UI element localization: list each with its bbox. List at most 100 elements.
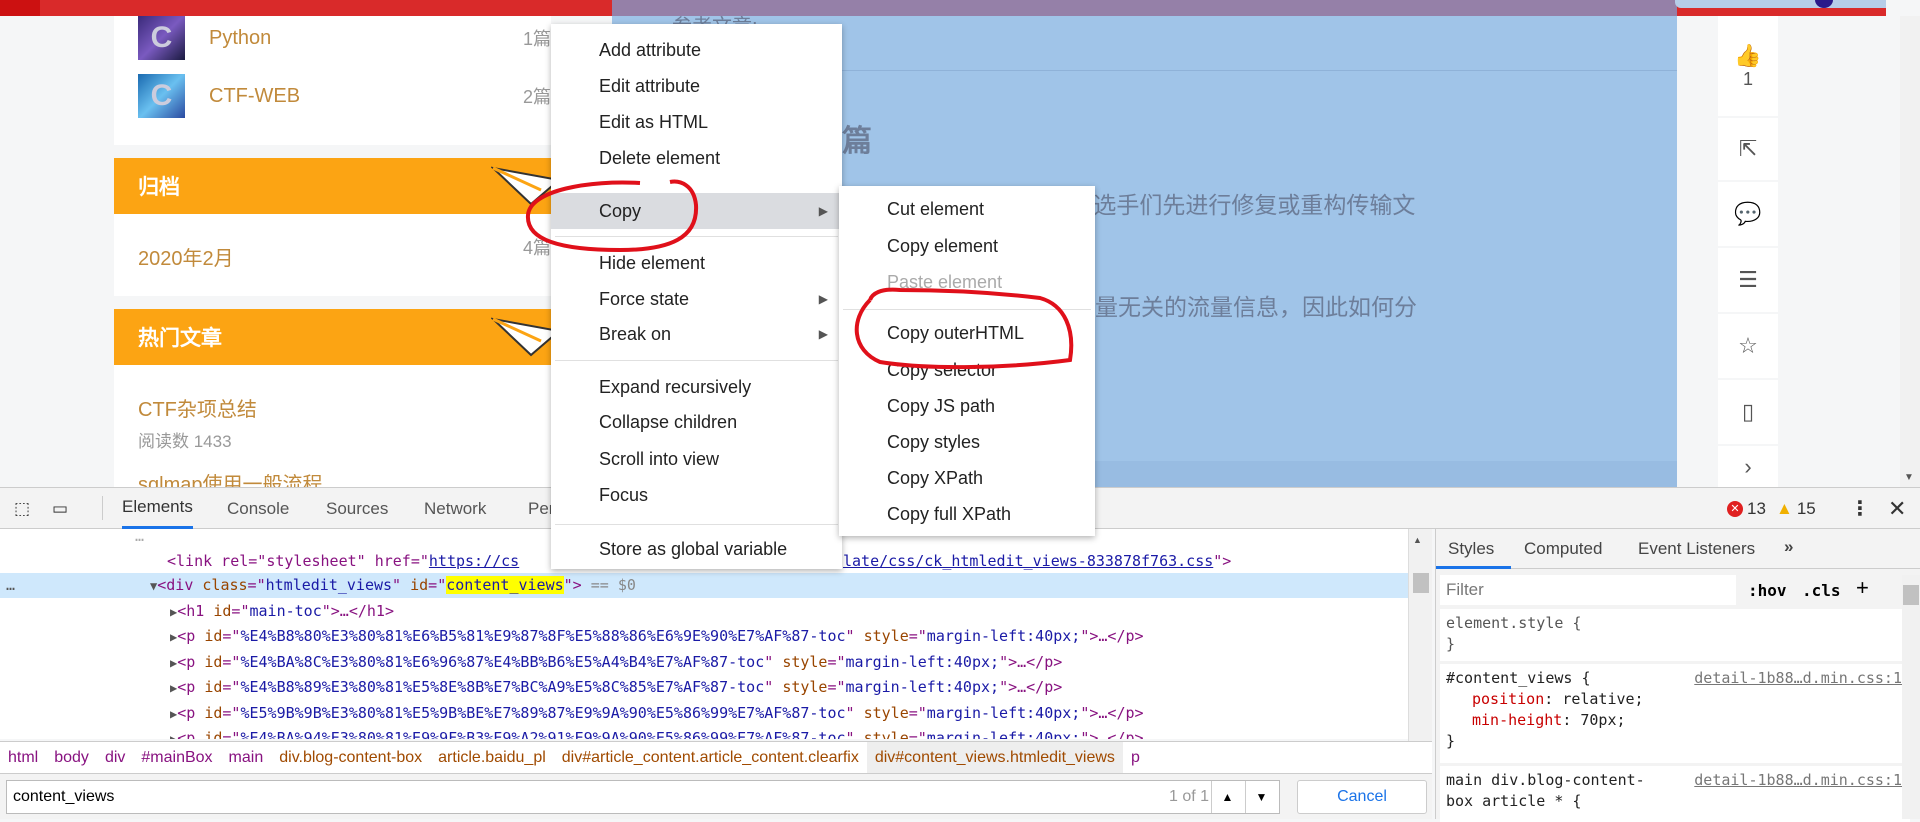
device-toolbar-icon[interactable]: ▭ [52,488,68,529]
new-rule-button[interactable]: + [1856,575,1869,601]
submenu-item-copy-js-path[interactable]: Copy JS path [839,388,1095,424]
menu-item-expand-recursively[interactable]: Expand recursively [551,369,842,405]
dom-node[interactable]: ▶<p id="%E4%B8%80%E3%80%81%E6%B5%81%E9%8… [0,624,1408,649]
menu-item-label: Delete element [599,147,721,168]
menu-item-add-attribute[interactable]: Add attribute [551,32,842,68]
cancel-search-button[interactable]: Cancel [1297,780,1427,814]
toc-button[interactable]: ☰ [1718,248,1778,312]
class-toggle[interactable]: .cls [1802,581,1841,600]
next-match-icon[interactable]: ▼ [1245,781,1277,813]
archive-item[interactable]: 2020年2月 4篇 [138,234,551,278]
breadcrumb-item[interactable]: html [0,742,46,773]
more-tabs-icon[interactable]: » [1784,537,1793,557]
page-scrollbar[interactable]: ▼ [1900,16,1920,487]
like-button[interactable]: 👍 1 [1718,16,1778,116]
category-python[interactable]: C Python 1篇 [138,16,551,60]
node-text: <link rel="stylesheet" href=" [167,552,429,570]
styles-filter-input[interactable]: Filter [1440,575,1736,605]
inspect-element-icon[interactable]: ⬚ [14,488,30,529]
menu-item-copy[interactable]: Copy ▶ [551,193,842,229]
search-match: content_views [446,576,564,594]
chevron-right-icon: › [1744,453,1752,479]
favorite-button[interactable]: ☆ [1718,314,1778,378]
breadcrumb-item[interactable]: div#article_content.article_content.clea… [554,742,867,773]
dollar-zero: == $0 [581,576,636,594]
style-rule[interactable]: #content_views {detail-1b88…d.min.css:1 … [1440,664,1910,763]
menu-item-edit-as-html[interactable]: Edit as HTML [551,104,842,140]
menu-item-label: Focus [599,484,649,505]
tab-console[interactable]: Console [227,488,289,529]
menu-item-break-on[interactable]: Break on ▶ [551,316,842,352]
tab-computed[interactable]: Computed [1524,539,1602,559]
style-rule[interactable]: element.style {} [1440,609,1910,661]
submenu-item-copy-full-xpath[interactable]: Copy full XPath [839,496,1095,532]
more-options-icon[interactable]: ⋮ [1850,488,1870,529]
rule-source-link[interactable]: detail-1b88…d.min.css:1 [1694,668,1902,689]
property-name[interactable]: min-height [1472,711,1562,729]
tab-elements[interactable]: Elements [122,488,193,529]
submenu-item-copy-xpath[interactable]: Copy XPath [839,460,1095,496]
attr-value: %E4%B8%80%E3%80%81%E6%B5%81%E9%87%8F%E5%… [240,627,846,645]
mobile-button[interactable]: ▯ [1718,380,1778,444]
dom-node-selected[interactable]: … ▼<div class="htmledit_views" id="conten… [0,573,1408,598]
hot-article-link[interactable]: CTF杂项总结 [138,393,257,422]
category-ctf-web[interactable]: C CTF-WEB 2篇 [138,74,551,118]
menu-item-edit-attribute[interactable]: Edit attribute [551,68,842,104]
dom-node[interactable]: ▶<p id="%E4%B8%89%E3%80%81%E5%8E%8B%E7%B… [0,675,1408,700]
menu-item-store-as-global-variable[interactable]: Store as global variable [551,531,842,567]
submenu-item-copy-styles[interactable]: Copy styles [839,424,1095,460]
hot-article-link[interactable]: sqlmap使用一般流程 [138,468,322,487]
menu-item-hide-element[interactable]: Hide element [551,245,842,281]
more-icon[interactable]: … [6,573,15,598]
breadcrumb-item[interactable]: main [221,742,272,773]
tab-network[interactable]: Network [424,488,486,529]
breadcrumb-item[interactable]: article.baidu_pl [430,742,554,773]
property-value[interactable]: 70px; [1580,711,1625,729]
submenu-item-cut-element[interactable]: Cut element [839,191,1095,227]
close-devtools-icon[interactable]: ✕ [1888,488,1906,529]
submenu-item-copy-element[interactable]: Copy element [839,228,1095,264]
styles-scrollbar[interactable] [1902,575,1920,819]
breadcrumb-item[interactable]: body [46,742,97,773]
breadcrumb-item[interactable]: div#content_views.htmledit_views [866,742,1123,773]
breadcrumb-item[interactable]: p [1123,742,1148,773]
menu-item-focus[interactable]: Focus [551,477,842,513]
menu-item-delete-element[interactable]: Delete element [551,140,842,176]
breadcrumb-item[interactable]: div [97,742,133,773]
menu-separator [555,360,838,361]
archive-card: 2020年2月 4篇 [114,214,551,296]
tab-event-listeners[interactable]: Event Listeners [1638,539,1755,559]
submenu-item-copy-selector[interactable]: Copy selector [839,352,1095,388]
breadcrumb-item[interactable]: div.blog-content-box [271,742,430,773]
submenu-arrow-icon: ▶ [818,327,828,341]
property-value[interactable]: relative; [1562,690,1643,708]
comment-button[interactable]: 💬 [1718,182,1778,246]
warning-count[interactable]: ▲ 15 [1776,488,1816,529]
tab-sources[interactable]: Sources [326,488,388,529]
dom-node[interactable]: ▶<p id="%E4%BA%94%E3%80%81%E9%9F%B3%E9%A… [0,726,1408,739]
menu-item-scroll-into-view[interactable]: Scroll into view [551,441,842,477]
href-link[interactable]: https://cs [429,552,519,570]
error-count[interactable]: ✕ 13 [1727,488,1766,529]
tab-styles[interactable]: Styles [1448,539,1494,559]
menu-item-collapse-children[interactable]: Collapse children [551,404,842,440]
dom-node[interactable]: ▶<p id="%E4%BA%8C%E3%80%81%E6%96%87%E4%B… [0,650,1408,675]
style-rule[interactable]: main div.blog-content-box article * {det… [1440,766,1910,822]
breadcrumb-item[interactable]: #mainBox [133,742,220,773]
submenu-item-copy-outerhtml[interactable]: Copy outerHTML [839,315,1095,351]
previous-match-icon[interactable]: ▲ [1211,781,1243,813]
rule-source-link[interactable]: detail-1b88…d.min.css:1 [1694,770,1902,791]
property-name[interactable]: position [1472,690,1544,708]
dom-node[interactable]: ▶<h1 id="main-toc">…</h1> [0,599,1408,624]
href-link[interactable]: late/css/ck_htmledit_views-833878f763.cs… [843,552,1213,570]
dom-node[interactable]: ▶<p id="%E5%9B%9B%E3%80%81%E5%9B%BE%E7%8… [0,701,1408,726]
hover-state-toggle[interactable]: :hov [1748,581,1787,600]
search-input[interactable]: content_views 1 of 1 ▲ ▼ [6,780,1280,814]
menu-item-label: Copy XPath [887,467,984,488]
menu-item-force-state[interactable]: Force state ▶ [551,281,842,317]
menu-item-label: Copy JS path [887,395,996,416]
share-button[interactable]: ⇱ [1718,118,1778,180]
next-button[interactable]: › [1718,446,1778,487]
submenu-item-paste-element[interactable]: Paste element [839,264,1095,300]
dom-scrollbar[interactable]: ▲ [1408,529,1432,741]
